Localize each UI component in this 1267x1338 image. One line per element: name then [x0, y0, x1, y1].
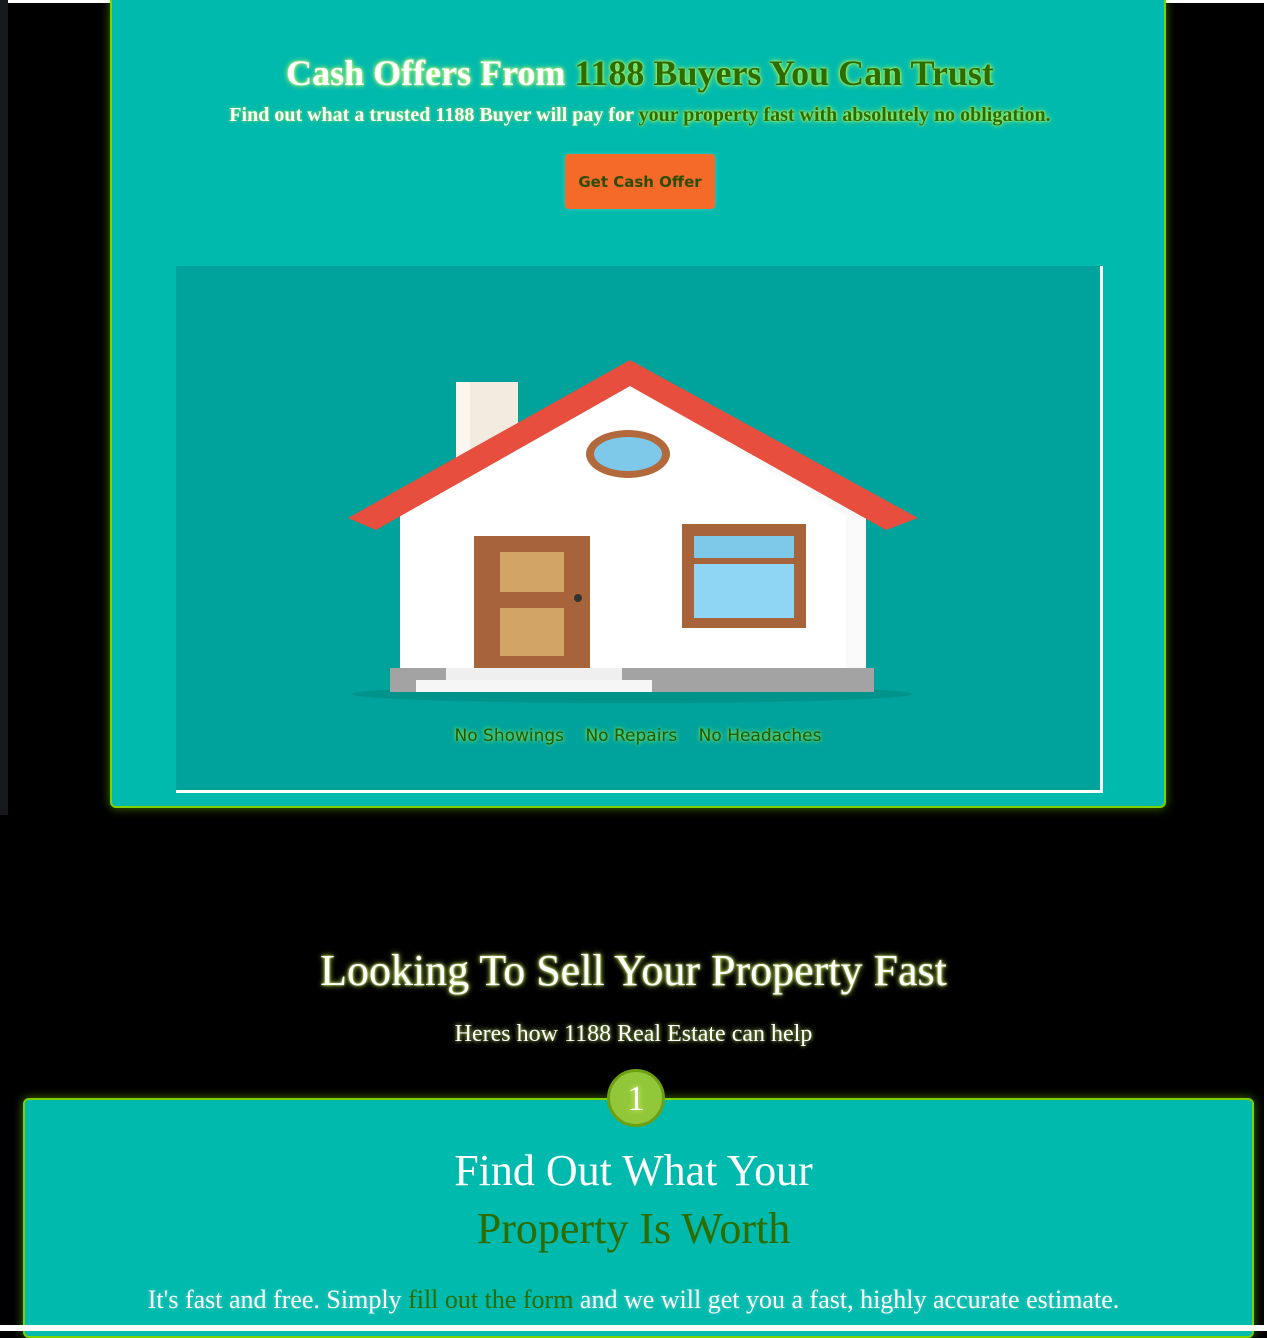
hero-title-part1: Cash Offers From [286, 53, 575, 93]
left-window-edge [0, 0, 8, 815]
step-title-line1: Find Out What Your [454, 1146, 813, 1195]
step-number-badge: 1 [607, 1069, 665, 1127]
step-title-line2: Property Is Worth [476, 1204, 791, 1253]
section-title: Looking To Sell Your Property Fast [320, 946, 947, 995]
hero-title: Cash Offers From 1188 Buyers You Can Tru… [112, 52, 1168, 94]
step-desc-part2: and we will get you a fast, highly accur… [573, 1285, 1120, 1314]
section-subtitle: Heres how 1188 Real Estate can help [454, 1021, 813, 1047]
hero-card: Cash Offers From 1188 Buyers You Can Tru… [110, 0, 1166, 808]
hero-subtitle-part1: Find out what a trusted 1188 Buyer will … [229, 104, 639, 126]
hero-subtitle-part2: your property fast with absolutely no ob… [638, 104, 1051, 126]
hero-image: No Showings No Repairs No Headaches [176, 266, 1103, 793]
get-cash-offer-button[interactable]: Get Cash Offer [565, 154, 715, 209]
hero-subtitle: Find out what a trusted 1188 Buyer will … [112, 104, 1168, 127]
fill-out-form-link[interactable]: fill out the form [408, 1285, 573, 1314]
step-description: It's fast and free. Simply fill out the … [0, 1285, 1267, 1315]
house-illustration-icon [348, 360, 918, 703]
benefit-no-repairs: No Repairs [585, 726, 678, 746]
benefit-no-headaches: No Headaches [698, 726, 822, 746]
benefit-no-showings: No Showings [454, 726, 565, 746]
hero-title-part2: 1188 Buyers You Can Trust [574, 53, 994, 93]
benefits-row: No Showings No Repairs No Headaches [176, 726, 1100, 746]
bottom-border [0, 1325, 1267, 1331]
step-desc-part1: It's fast and free. Simply [147, 1285, 409, 1314]
